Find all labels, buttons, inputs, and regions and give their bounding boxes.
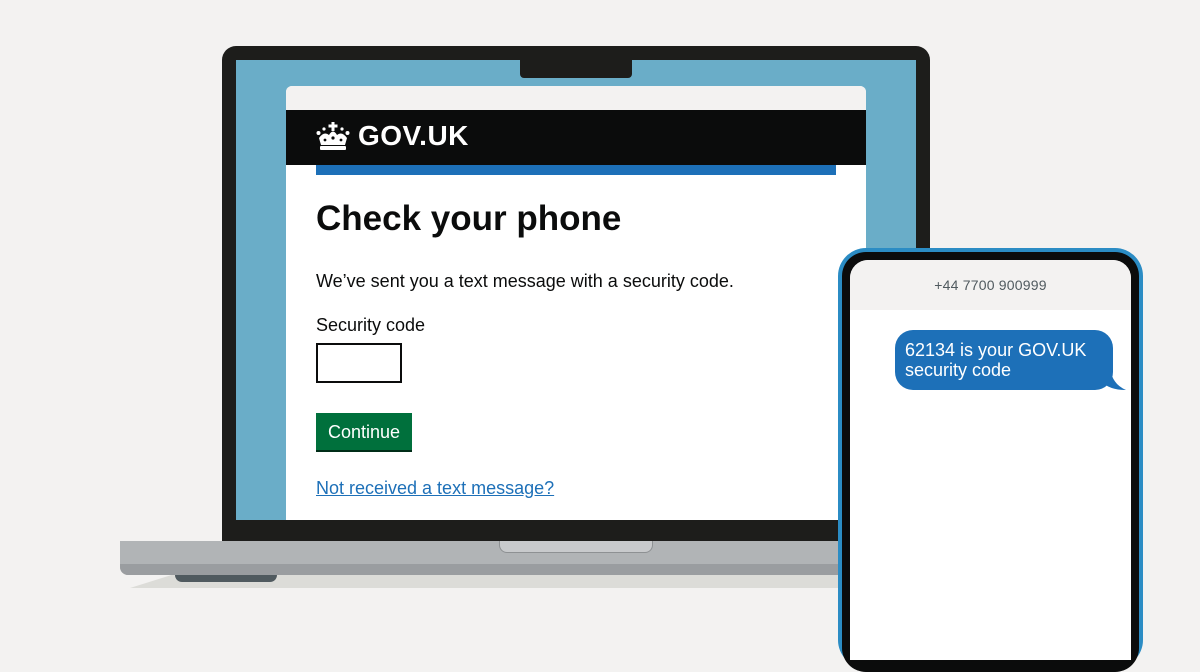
laptop-screen: GOV.UK Check your phone We’ve sent you a… [236, 60, 916, 520]
header-blue-bar [316, 165, 836, 175]
phone-screen: +44 7700 900999 62134 is your GOV.UK sec… [850, 260, 1131, 660]
sms-message-text: 62134 is your GOV.UK security code [905, 340, 1087, 380]
sms-sender-number: +44 7700 900999 [934, 277, 1047, 293]
lead-text: We’ve sent you a text message with a sec… [316, 271, 734, 291]
govuk-logo-text: GOV.UK [358, 120, 469, 151]
security-code-input[interactable] [316, 343, 402, 383]
continue-button[interactable]: Continue [316, 413, 413, 450]
govuk-logo-link[interactable]: GOV.UK [316, 122, 469, 150]
govuk-header: GOV.UK [286, 110, 866, 165]
not-received-link[interactable]: Not received a text message? [316, 476, 554, 500]
sms-sender-header: +44 7700 900999 [850, 260, 1131, 310]
sms-message-bubble: 62134 is your GOV.UK security code [895, 330, 1113, 390]
browser-window: GOV.UK Check your phone We’ve sent you a… [286, 86, 866, 520]
laptop-base-edge [120, 564, 960, 575]
browser-top-bar [286, 86, 866, 110]
laptop-foot [175, 575, 277, 582]
laptop-opening-notch [499, 541, 653, 553]
security-code-label: Security code [316, 315, 426, 335]
crown-icon [316, 122, 350, 150]
page-title: Check your phone [316, 199, 622, 238]
laptop-camera-notch [520, 60, 632, 78]
main-content: Check your phone We’ve sent you a text m… [286, 199, 866, 500]
